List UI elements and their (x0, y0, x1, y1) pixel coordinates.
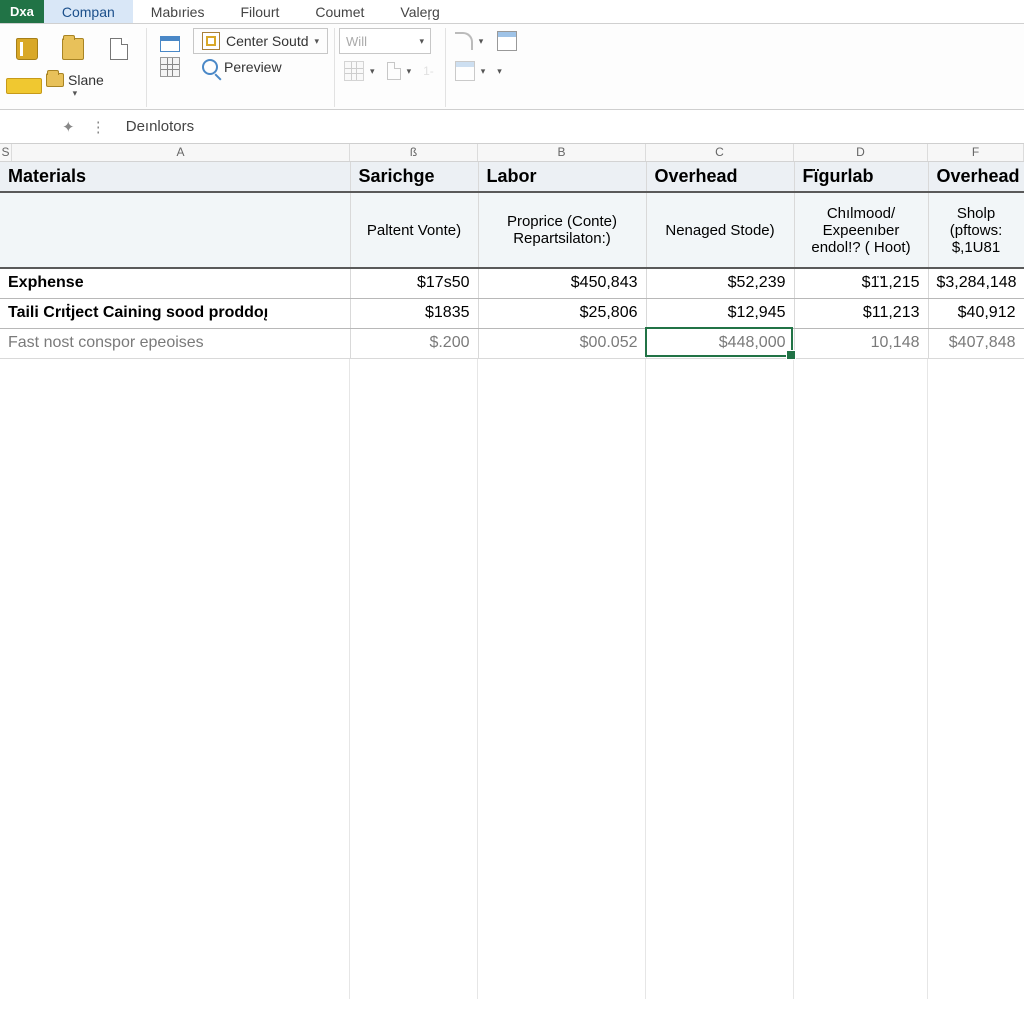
window-icon (160, 36, 180, 52)
subheader-cell[interactable] (0, 192, 350, 268)
spreadsheet-grid[interactable]: Materials Sarichge Labor Overhead Fïgurl… (0, 162, 1024, 999)
chevron-down-icon: ▾ (420, 36, 425, 47)
menu-tab-3[interactable]: Coumet (297, 0, 382, 23)
subheader-cell[interactable]: Chılmood/ Expeenıber endol!? ( Hoot) (794, 192, 928, 268)
ribbon: Slane ▾ Center Soutd ▾ Pereview (0, 24, 1024, 110)
font-dropdown[interactable]: Will ▾ (339, 28, 431, 54)
col-letter[interactable]: D (794, 144, 928, 161)
cell[interactable]: $52,239 (646, 268, 794, 298)
table-row: Taili Crıṫject Caining sood proddoı̨ $18… (0, 298, 1024, 328)
undo-icon (455, 32, 473, 50)
cell[interactable]: $.200 (350, 328, 478, 358)
highlight-icon[interactable] (6, 78, 42, 94)
cell[interactable]: $1835 (350, 298, 478, 328)
col-letter[interactable]: F (928, 144, 1024, 161)
data-table: Materials Sarichge Labor Overhead Fïgurl… (0, 162, 1024, 359)
magnify-icon (202, 59, 218, 75)
cell[interactable]: $17s50 (350, 268, 478, 298)
menu-bar: Dxa Compan Mabıries Filourt Coumet Valeŗ… (0, 0, 1024, 24)
table-row: Fast nost conspor epeoises $.200 $00.052… (0, 328, 1024, 358)
window-button[interactable] (151, 28, 189, 54)
grid-button[interactable] (151, 54, 189, 80)
grid-icon (160, 57, 180, 77)
col-letter[interactable]: B (478, 144, 646, 161)
header-cell[interactable]: Fïgurlab (794, 162, 928, 192)
font-dropdown-value: Will (346, 34, 367, 49)
dim-sheet-icon (387, 62, 401, 80)
table-insert-button[interactable] (490, 28, 524, 54)
menu-tab-4[interactable]: Valeŗg (382, 0, 457, 23)
menu-tab-1[interactable]: Mabıries (133, 0, 223, 23)
format-button-a[interactable]: ▾ (450, 58, 491, 84)
open-folder-button[interactable] (52, 28, 94, 70)
dim-grid-icon (344, 61, 364, 81)
row-label[interactable]: Taili Crıṫject Caining sood proddoı̨ (0, 298, 350, 328)
undo-button[interactable]: ▾ (450, 28, 489, 54)
cell[interactable]: $00.052 (478, 328, 646, 358)
col-letter[interactable]: S (0, 144, 12, 161)
table-icon (497, 31, 517, 51)
ribbon-group-1: Slane ▾ (6, 28, 147, 107)
cell[interactable]: $3,284,148 (928, 268, 1024, 298)
header-cell[interactable]: Labor (478, 162, 646, 192)
cell[interactable]: $12,945 (646, 298, 794, 328)
column-letter-strip: S A ß B C D F (0, 144, 1024, 162)
subheader-cell[interactable]: Proprice (Conte) Repartsilaton:) (478, 192, 646, 268)
header-cell[interactable]: Sarichge (350, 162, 478, 192)
col-letter[interactable]: C (646, 144, 794, 161)
folder-icon (62, 38, 84, 60)
ribbon-group-4: ▾ ▾ ▾ (450, 28, 531, 107)
sheet-button[interactable] (98, 28, 140, 70)
subheader-row: Paltent Vonte) Proprice (Conte) Repartsi… (0, 192, 1024, 268)
header-row: Materials Sarichge Labor Overhead Fïgurl… (0, 162, 1024, 192)
workbook-button[interactable] (6, 28, 48, 70)
style-button-a[interactable]: ▾ (339, 58, 380, 84)
slane-button[interactable]: Slane (68, 72, 104, 88)
formula-bar-buttons[interactable]: ✦ ⋮ (62, 118, 112, 136)
cell[interactable]: $448,000 (646, 328, 794, 358)
slane-folder-icon (46, 73, 64, 87)
col-letter[interactable]: ß (350, 144, 478, 161)
style-button-b[interactable]: ▾ (382, 58, 417, 84)
app-badge: Dxa (0, 0, 44, 23)
cell[interactable]: 10,148 (794, 328, 928, 358)
chevron-down-icon: ▾ (315, 36, 320, 47)
cell[interactable]: $407,848 (928, 328, 1024, 358)
menu-tab-0[interactable]: Compan (44, 0, 133, 23)
dim-table-icon (455, 61, 475, 81)
header-cell[interactable]: Materials (0, 162, 350, 192)
empty-grid-area[interactable] (0, 359, 1024, 999)
subheader-cell[interactable]: Nenaged Stode) (646, 192, 794, 268)
sheet-icon (110, 38, 128, 60)
ribbon-group-2: Center Soutd ▾ Pereview (151, 28, 335, 107)
subheader-cell[interactable]: Paltent Vonte) (350, 192, 478, 268)
chevron-down-icon[interactable]: ▾ (73, 88, 78, 99)
center-soutd-button[interactable]: Center Soutd ▾ (193, 28, 328, 54)
row-label[interactable]: Exphense (0, 268, 350, 298)
header-cell[interactable]: Overhead (928, 162, 1024, 192)
cell[interactable]: $11,213 (794, 298, 928, 328)
cell[interactable]: $25,806 (478, 298, 646, 328)
subheader-cell[interactable]: Sholp (pftows: $,1U81 (928, 192, 1024, 268)
center-icon (202, 32, 220, 50)
formula-bar: ✦ ⋮ Deınlotors (0, 110, 1024, 144)
col-letter[interactable]: A (12, 144, 350, 161)
row-label[interactable]: Fast nost conspor epeoises (0, 328, 350, 358)
cell[interactable]: $450,843 (478, 268, 646, 298)
format-button-b[interactable]: ▾ (492, 58, 507, 84)
menu-tab-2[interactable]: Filourt (222, 0, 297, 23)
table-row: Exphense $17s50 $450,843 $52,239 $1̈1,21… (0, 268, 1024, 298)
ribbon-group-3: Will ▾ ▾ ▾ 1- (339, 28, 446, 107)
style-button-c[interactable]: 1- (418, 58, 439, 84)
pereview-label: Pereview (224, 59, 282, 75)
center-soutd-label: Center Soutd (226, 33, 309, 49)
cell[interactable]: $1̈1,215 (794, 268, 928, 298)
book-icon (16, 38, 38, 60)
header-cell[interactable]: Overhead (646, 162, 794, 192)
cell[interactable]: $40,912 (928, 298, 1024, 328)
pereview-button[interactable]: Pereview (193, 54, 328, 80)
formula-bar-content[interactable]: Deınlotors (126, 118, 194, 135)
